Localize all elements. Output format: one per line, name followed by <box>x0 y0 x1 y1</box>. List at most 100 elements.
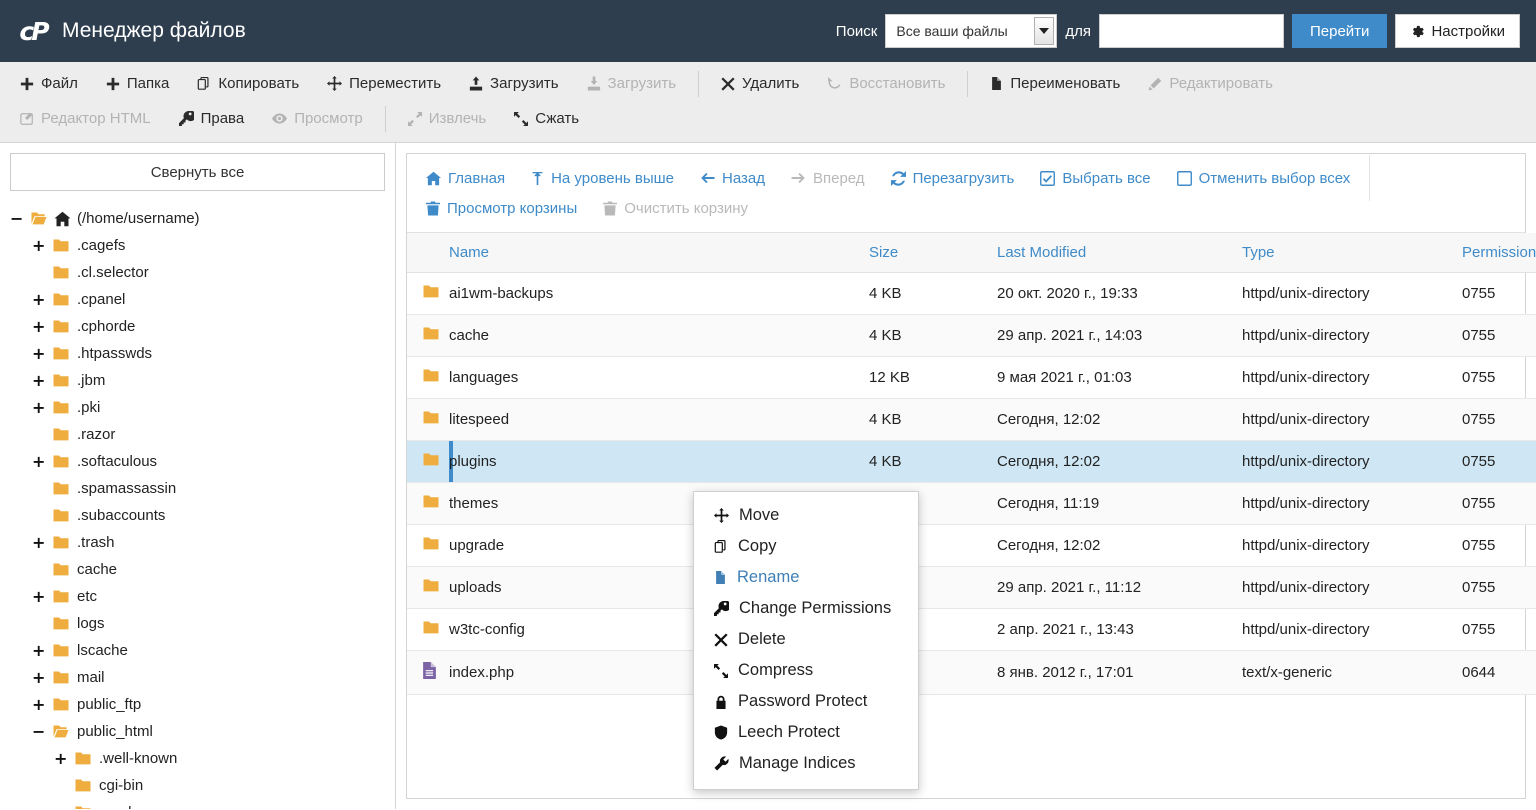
key-icon <box>178 111 194 126</box>
expand-icon[interactable]: + <box>32 642 45 659</box>
tree-item-wordpress[interactable]: +wordpress <box>10 799 385 809</box>
tree-item-.softaculous[interactable]: + .softaculous <box>10 448 385 475</box>
tree-item-etc[interactable]: + etc <box>10 583 385 610</box>
tree-item-.jbm[interactable]: + .jbm <box>10 367 385 394</box>
toolbar-button-папка[interactable]: Папка <box>92 69 183 99</box>
context-menu-item-change-permissions[interactable]: Change Permissions <box>694 593 918 624</box>
tree-item-label: wordpress <box>99 804 168 809</box>
toolbar-button-загрузить[interactable]: Загрузить <box>455 69 573 99</box>
search-label: Поиск <box>835 22 878 40</box>
tree-item-.cagefs[interactable]: + .cagefs <box>10 232 385 259</box>
tree-item-.subaccounts[interactable]: +.subaccounts <box>10 502 385 529</box>
context-menu: Move Copy Rename Change Permissions Delete Co… <box>693 491 919 790</box>
toolbar-button-загрузить: Загрузить <box>573 69 691 99</box>
tree-item-lscache[interactable]: + lscache <box>10 637 385 664</box>
toolbar-button-файл[interactable]: Файл <box>6 69 92 99</box>
file-table-row[interactable]: litespeed 4 KB Сегодня, 12:02 httpd/unix-di… <box>407 398 1536 441</box>
tree-item-mail[interactable]: + mail <box>10 664 385 691</box>
toolbar-button-сжать[interactable]: Сжать <box>500 104 593 134</box>
nav-button-просмотр-корзины[interactable]: Просмотр корзины <box>413 194 590 222</box>
expand-icon[interactable]: + <box>32 453 45 470</box>
tree-item-cache[interactable]: +cache <box>10 556 385 583</box>
file-table-row[interactable]: ai1wm-backups 4 KB 20 окт. 2020 г., 19:33 h… <box>407 272 1536 315</box>
expand-icon[interactable]: + <box>32 291 45 308</box>
collapse-icon[interactable]: − <box>10 210 23 227</box>
toolbar-button-label: Извлечь <box>428 110 487 127</box>
tree-item-.htpasswds[interactable]: + .htpasswds <box>10 340 385 367</box>
expand-icon[interactable]: + <box>32 696 45 713</box>
tree-item-logs[interactable]: +logs <box>10 610 385 637</box>
tree-item-.pki[interactable]: + .pki <box>10 394 385 421</box>
expand-icon[interactable]: + <box>32 237 45 254</box>
tree-item-.razor[interactable]: +.razor <box>10 421 385 448</box>
expand-icon[interactable]: + <box>32 534 45 551</box>
context-menu-item-manage-indices[interactable]: Manage Indices <box>694 748 918 779</box>
nav-button-главная[interactable]: Главная <box>413 164 518 192</box>
toolbar-button-копировать[interactable]: Копировать <box>183 69 313 99</box>
expand-icon[interactable]: + <box>32 588 45 605</box>
collapse-icon[interactable]: − <box>32 723 45 740</box>
collapse-all-button[interactable]: Свернуть все <box>10 153 385 191</box>
tree-item-public_html[interactable]: − public_html <box>10 718 385 745</box>
context-menu-item-copy[interactable]: Copy <box>694 531 918 562</box>
expand-icon[interactable]: + <box>54 750 67 767</box>
toolbar-button-переименовать[interactable]: Переименовать <box>976 69 1134 99</box>
tree-item-homeusername[interactable]: − (/home/username) <box>10 205 385 232</box>
context-menu-item-password-protect[interactable]: Password Protect <box>694 686 918 717</box>
file-browser-card: Главная На уровень выше Назад Вперед Перезаг… <box>406 153 1536 799</box>
expand-icon[interactable]: + <box>32 399 45 416</box>
context-menu-item-leech-protect[interactable]: Leech Protect <box>694 717 918 748</box>
chevron-down-icon[interactable] <box>1034 17 1055 45</box>
expand-icon[interactable]: + <box>32 669 45 686</box>
file-table-row[interactable]: index.php 8 янв. 2012 г., 17:01 text/x-gen… <box>407 650 1536 695</box>
search-go-button[interactable]: Перейти <box>1292 14 1388 48</box>
nav-button-label: Просмотр корзины <box>447 199 578 217</box>
nav-button-на-уровень-выше[interactable]: На уровень выше <box>518 164 687 192</box>
nav-button-назад[interactable]: Назад <box>687 164 778 192</box>
file-table-row[interactable]: languages 12 KB 9 мая 2021 г., 01:03 httpd/… <box>407 356 1536 399</box>
tree-item-.cpanel[interactable]: + .cpanel <box>10 286 385 313</box>
tree-item-.cl.selector[interactable]: +.cl.selector <box>10 259 385 286</box>
context-menu-item-rename[interactable]: Rename <box>694 562 918 593</box>
settings-button[interactable]: Настройки <box>1395 14 1520 48</box>
file-table-row[interactable]: w3tc-config 2 апр. 2021 г., 13:43 httpd/un… <box>407 608 1536 651</box>
tree-item-label: mail <box>77 669 105 686</box>
sidebar: Свернуть все − (/home/username) + .cagefs +.… <box>0 143 396 809</box>
nav-button-очистить-корзину: Очистить корзину <box>590 194 761 222</box>
column-header-permissions[interactable]: Permissions <box>1462 233 1536 273</box>
column-header-type[interactable]: Type <box>1242 233 1462 273</box>
context-menu-item-delete[interactable]: Delete <box>694 624 918 655</box>
file-icon-cell <box>407 524 449 567</box>
column-header-name[interactable]: Name <box>449 233 869 273</box>
context-menu-item-move[interactable]: Move <box>694 500 918 531</box>
nav-button-отменить-выбор-всех[interactable]: Отменить выбор всех <box>1164 164 1364 192</box>
pencil-icon <box>1148 77 1162 91</box>
file-table-row[interactable]: cache 4 KB 29 апр. 2021 г., 14:03 httpd/uni… <box>407 314 1536 357</box>
column-header-last-modified[interactable]: Last Modified <box>997 233 1242 273</box>
expand-icon[interactable]: + <box>32 345 45 362</box>
tree-item-.spamassassin[interactable]: +.spamassassin <box>10 475 385 502</box>
tree-item-public_ftp[interactable]: + public_ftp <box>10 691 385 718</box>
tree-item-.well-known[interactable]: + .well-known <box>10 745 385 772</box>
tree-item-cgi-bin[interactable]: +cgi-bin <box>10 772 385 799</box>
search-input[interactable] <box>1099 14 1284 48</box>
toolbar-button-удалить[interactable]: Удалить <box>707 69 813 99</box>
file-table-row[interactable]: uploads 29 апр. 2021 г., 11:12 httpd/unix-… <box>407 566 1536 609</box>
nav-button-выбрать-все[interactable]: Выбрать все <box>1027 164 1163 192</box>
context-menu-item-compress[interactable]: Compress <box>694 655 918 686</box>
column-header-size[interactable]: Size <box>869 233 997 273</box>
file-table-row[interactable]: themes Сегодня, 11:19 httpd/unix-directory… <box>407 482 1536 525</box>
tree-item-.trash[interactable]: + .trash <box>10 529 385 556</box>
expand-icon[interactable]: + <box>32 372 45 389</box>
expand-icon[interactable]: + <box>32 318 45 335</box>
tree-item-label: cgi-bin <box>99 777 144 794</box>
file-table-row[interactable]: plugins 4 KB Сегодня, 12:02 httpd/unix-dire… <box>407 440 1536 483</box>
file-table-row[interactable]: upgrade Сегодня, 12:02 httpd/unix-director… <box>407 524 1536 567</box>
file-size-cell: 4 KB <box>869 440 997 483</box>
toolbar-button-права[interactable]: Права <box>165 104 259 134</box>
search-scope-select[interactable]: Все ваши файлы <box>885 14 1058 48</box>
tree-item-.cphorde[interactable]: + .cphorde <box>10 313 385 340</box>
nav-button-перезагрузить[interactable]: Перезагрузить <box>878 164 1028 192</box>
toolbar-button-переместить[interactable]: Переместить <box>313 69 455 99</box>
file-modified-cell: 9 мая 2021 г., 01:03 <box>997 356 1242 399</box>
